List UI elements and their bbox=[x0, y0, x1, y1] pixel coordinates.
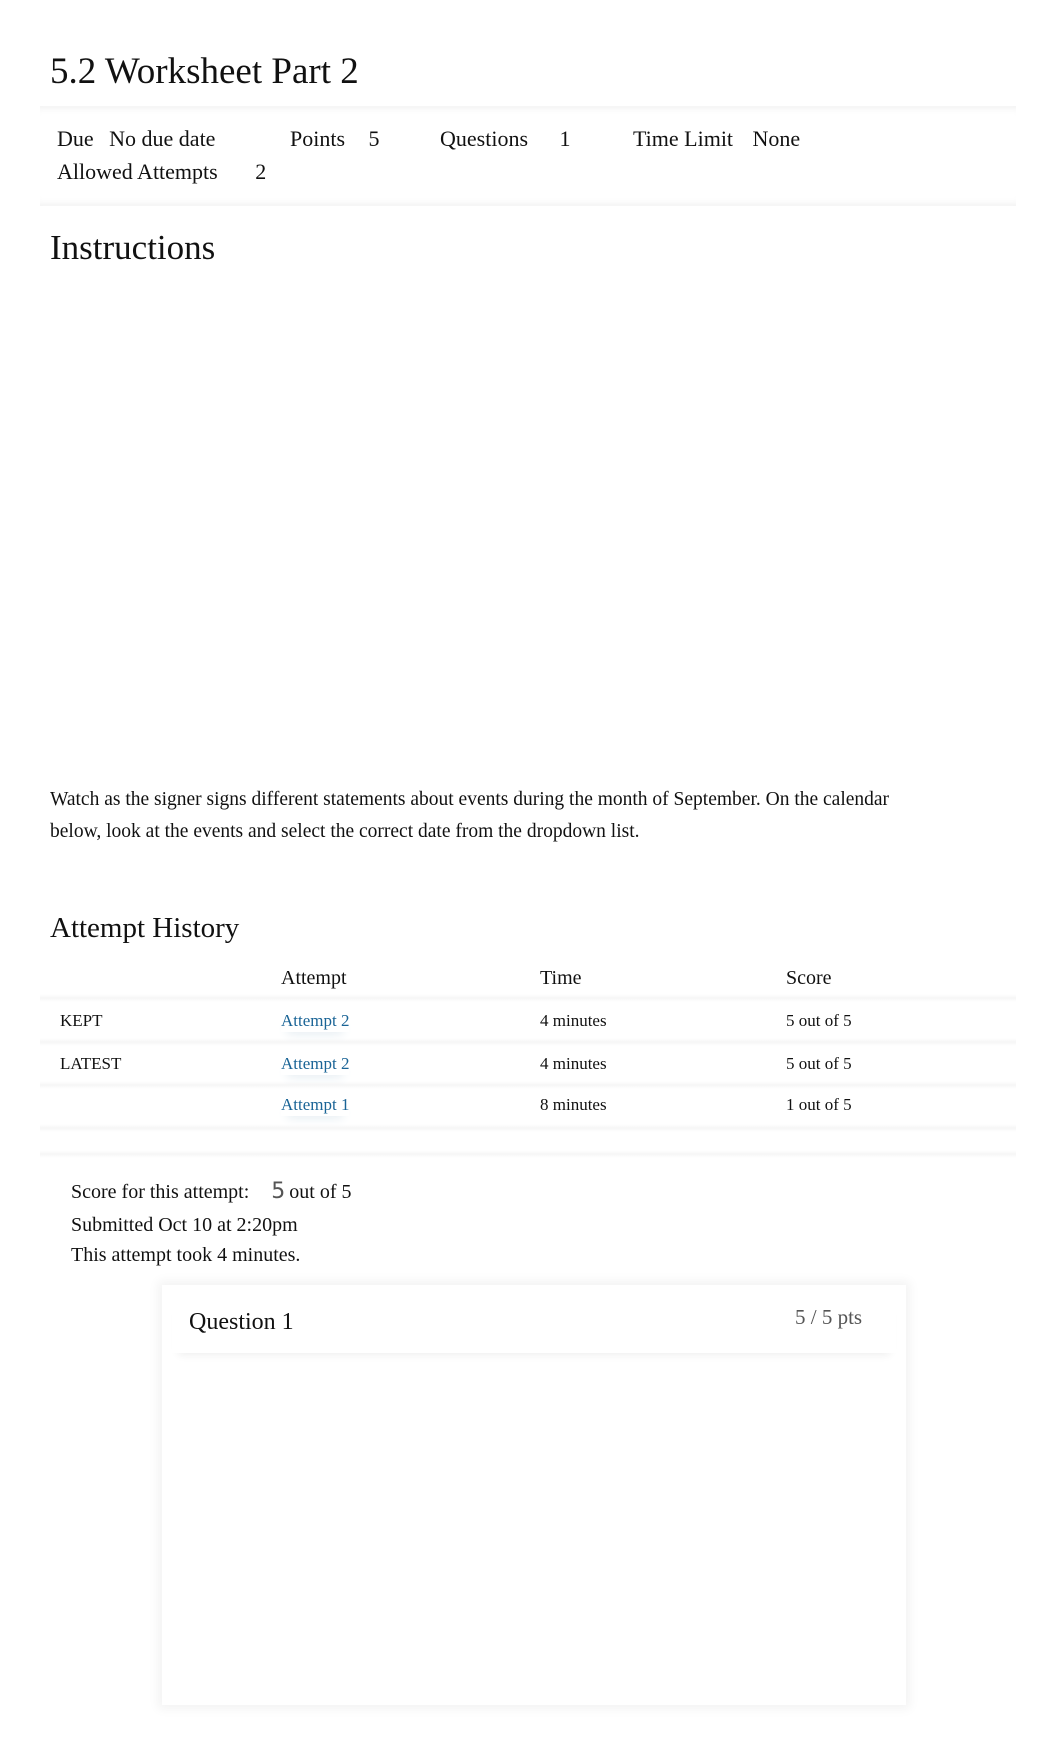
quiz-details-panel bbox=[40, 106, 1016, 206]
column-header-time: Time bbox=[540, 967, 582, 989]
meta-allowed-attempts: Allowed Attempts 2 bbox=[57, 159, 266, 185]
attempt-link[interactable]: Attempt 2 bbox=[281, 1010, 349, 1032]
attempt-history-heading: Attempt History bbox=[50, 912, 240, 944]
table-divider bbox=[40, 1124, 1016, 1132]
attempt-time: 4 minutes bbox=[540, 1011, 607, 1030]
instructions-heading: Instructions bbox=[50, 228, 216, 267]
attempt-link[interactable]: Attempt 2 bbox=[281, 1053, 349, 1075]
attempt-score-line: Score for this attempt: 5 out of 5 bbox=[71, 1180, 352, 1204]
table-divider bbox=[40, 1150, 1016, 1158]
score-label: Score for this attempt: bbox=[71, 1181, 250, 1203]
attempt-time: 8 minutes bbox=[540, 1095, 607, 1114]
points-label: Points bbox=[290, 126, 346, 151]
table-divider bbox=[40, 994, 1016, 1002]
attempt-score: 1 out of 5 bbox=[786, 1095, 852, 1114]
attempt-status: LATEST bbox=[60, 1054, 122, 1073]
points-value: 5 bbox=[368, 126, 380, 151]
questions-label: Questions bbox=[440, 126, 528, 151]
meta-time-limit: Time Limit None bbox=[633, 126, 800, 152]
score-value: 5 bbox=[271, 1179, 286, 1204]
score-suffix: out of 5 bbox=[289, 1181, 352, 1203]
attempt-score: 5 out of 5 bbox=[786, 1054, 852, 1073]
allowed-attempts-value: 2 bbox=[255, 159, 267, 184]
due-label: Due bbox=[57, 126, 94, 151]
meta-due: Due No due date bbox=[57, 126, 215, 152]
table-divider bbox=[40, 1081, 1016, 1089]
attempt-duration: This attempt took 4 minutes. bbox=[71, 1244, 301, 1266]
time-limit-label: Time Limit bbox=[633, 126, 734, 151]
column-header-score: Score bbox=[786, 967, 832, 989]
allowed-attempts-label: Allowed Attempts bbox=[57, 159, 218, 184]
due-value: No due date bbox=[109, 126, 216, 151]
table-divider bbox=[40, 1038, 1016, 1046]
attempt-score: 5 out of 5 bbox=[786, 1011, 852, 1030]
time-limit-value: None bbox=[752, 126, 801, 151]
questions-value: 1 bbox=[559, 126, 571, 151]
submitted-timestamp: Submitted Oct 10 at 2:20pm bbox=[71, 1214, 298, 1236]
attempt-link[interactable]: Attempt 1 bbox=[281, 1094, 349, 1116]
question-points: 5 / 5 pts bbox=[795, 1305, 863, 1329]
meta-points: Points 5 bbox=[290, 126, 380, 152]
column-header-attempt: Attempt bbox=[281, 967, 347, 989]
meta-questions: Questions 1 bbox=[440, 126, 571, 152]
attempt-time: 4 minutes bbox=[540, 1054, 607, 1073]
question-title: Question 1 bbox=[189, 1309, 294, 1335]
page-title: 5.2 Worksheet Part 2 bbox=[50, 51, 359, 92]
instructions-text: Watch as the signer signs different stat… bbox=[50, 789, 890, 842]
attempt-status: KEPT bbox=[60, 1011, 103, 1030]
